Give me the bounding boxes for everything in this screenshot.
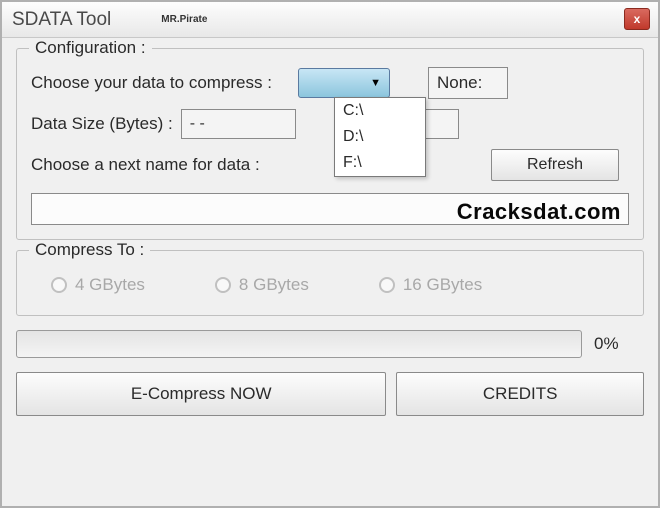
drive-option-c[interactable]: C:\ — [335, 98, 425, 124]
choose-data-label: Choose your data to compress : — [31, 73, 272, 93]
drive-dropdown: C:\ D:\ F:\ — [334, 97, 426, 177]
window-title: SDATA Tool — [12, 9, 111, 31]
compress-options: 4 GBytes 8 GBytes 16 GBytes — [31, 275, 629, 295]
radio-8gb[interactable]: 8 GBytes — [215, 275, 309, 295]
window-subtitle: MR.Pirate — [161, 14, 207, 25]
drive-option-f[interactable]: F:\ — [335, 150, 425, 176]
progress-percent: 0% — [594, 334, 644, 354]
drive-combobox[interactable]: ▼ — [298, 68, 390, 98]
none-box: None: — [428, 67, 508, 99]
radio-icon — [379, 277, 395, 293]
radio-16gb-label: 16 GBytes — [403, 275, 482, 295]
data-size-label: Data Size (Bytes) : — [31, 114, 173, 134]
titlebar: SDATA Tool MR.Pirate x — [2, 2, 658, 38]
radio-icon — [51, 277, 67, 293]
configuration-title: Configuration : — [29, 38, 152, 58]
chevron-down-icon: ▼ — [370, 77, 381, 89]
content-area: Configuration : Choose your data to comp… — [2, 38, 658, 506]
refresh-button[interactable]: Refresh — [491, 149, 619, 181]
main-window: SDATA Tool MR.Pirate x Configuration : C… — [0, 0, 660, 508]
action-buttons: E-Compress NOW CREDITS — [16, 372, 644, 416]
progress-bar — [16, 330, 582, 358]
choose-row: Choose your data to compress : ▼ None: C… — [31, 67, 629, 99]
radio-4gb-label: 4 GBytes — [75, 275, 145, 295]
radio-4gb[interactable]: 4 GBytes — [51, 275, 145, 295]
radio-8gb-label: 8 GBytes — [239, 275, 309, 295]
progress-row: 0% — [16, 330, 644, 358]
choosename-row: Choose a next name for data : Refresh — [31, 149, 629, 181]
radio-16gb[interactable]: 16 GBytes — [379, 275, 482, 295]
ecompress-button[interactable]: E-Compress NOW — [16, 372, 386, 416]
radio-icon — [215, 277, 231, 293]
drive-option-d[interactable]: D:\ — [335, 124, 425, 150]
data-size-value: - - — [181, 109, 296, 139]
close-button[interactable]: x — [624, 8, 650, 30]
none-label: None: — [437, 73, 482, 93]
configuration-group: Configuration : Choose your data to comp… — [16, 48, 644, 240]
close-icon: x — [634, 12, 641, 26]
credits-button[interactable]: CREDITS — [396, 372, 644, 416]
watermark-text: Cracksdat.com — [457, 199, 621, 225]
datasize-row: Data Size (Bytes) : - - ) : - - — [31, 109, 629, 139]
compress-to-title: Compress To : — [29, 240, 150, 260]
choose-name-label: Choose a next name for data : — [31, 155, 260, 175]
compress-to-group: Compress To : 4 GBytes 8 GBytes 16 GByte… — [16, 250, 644, 316]
